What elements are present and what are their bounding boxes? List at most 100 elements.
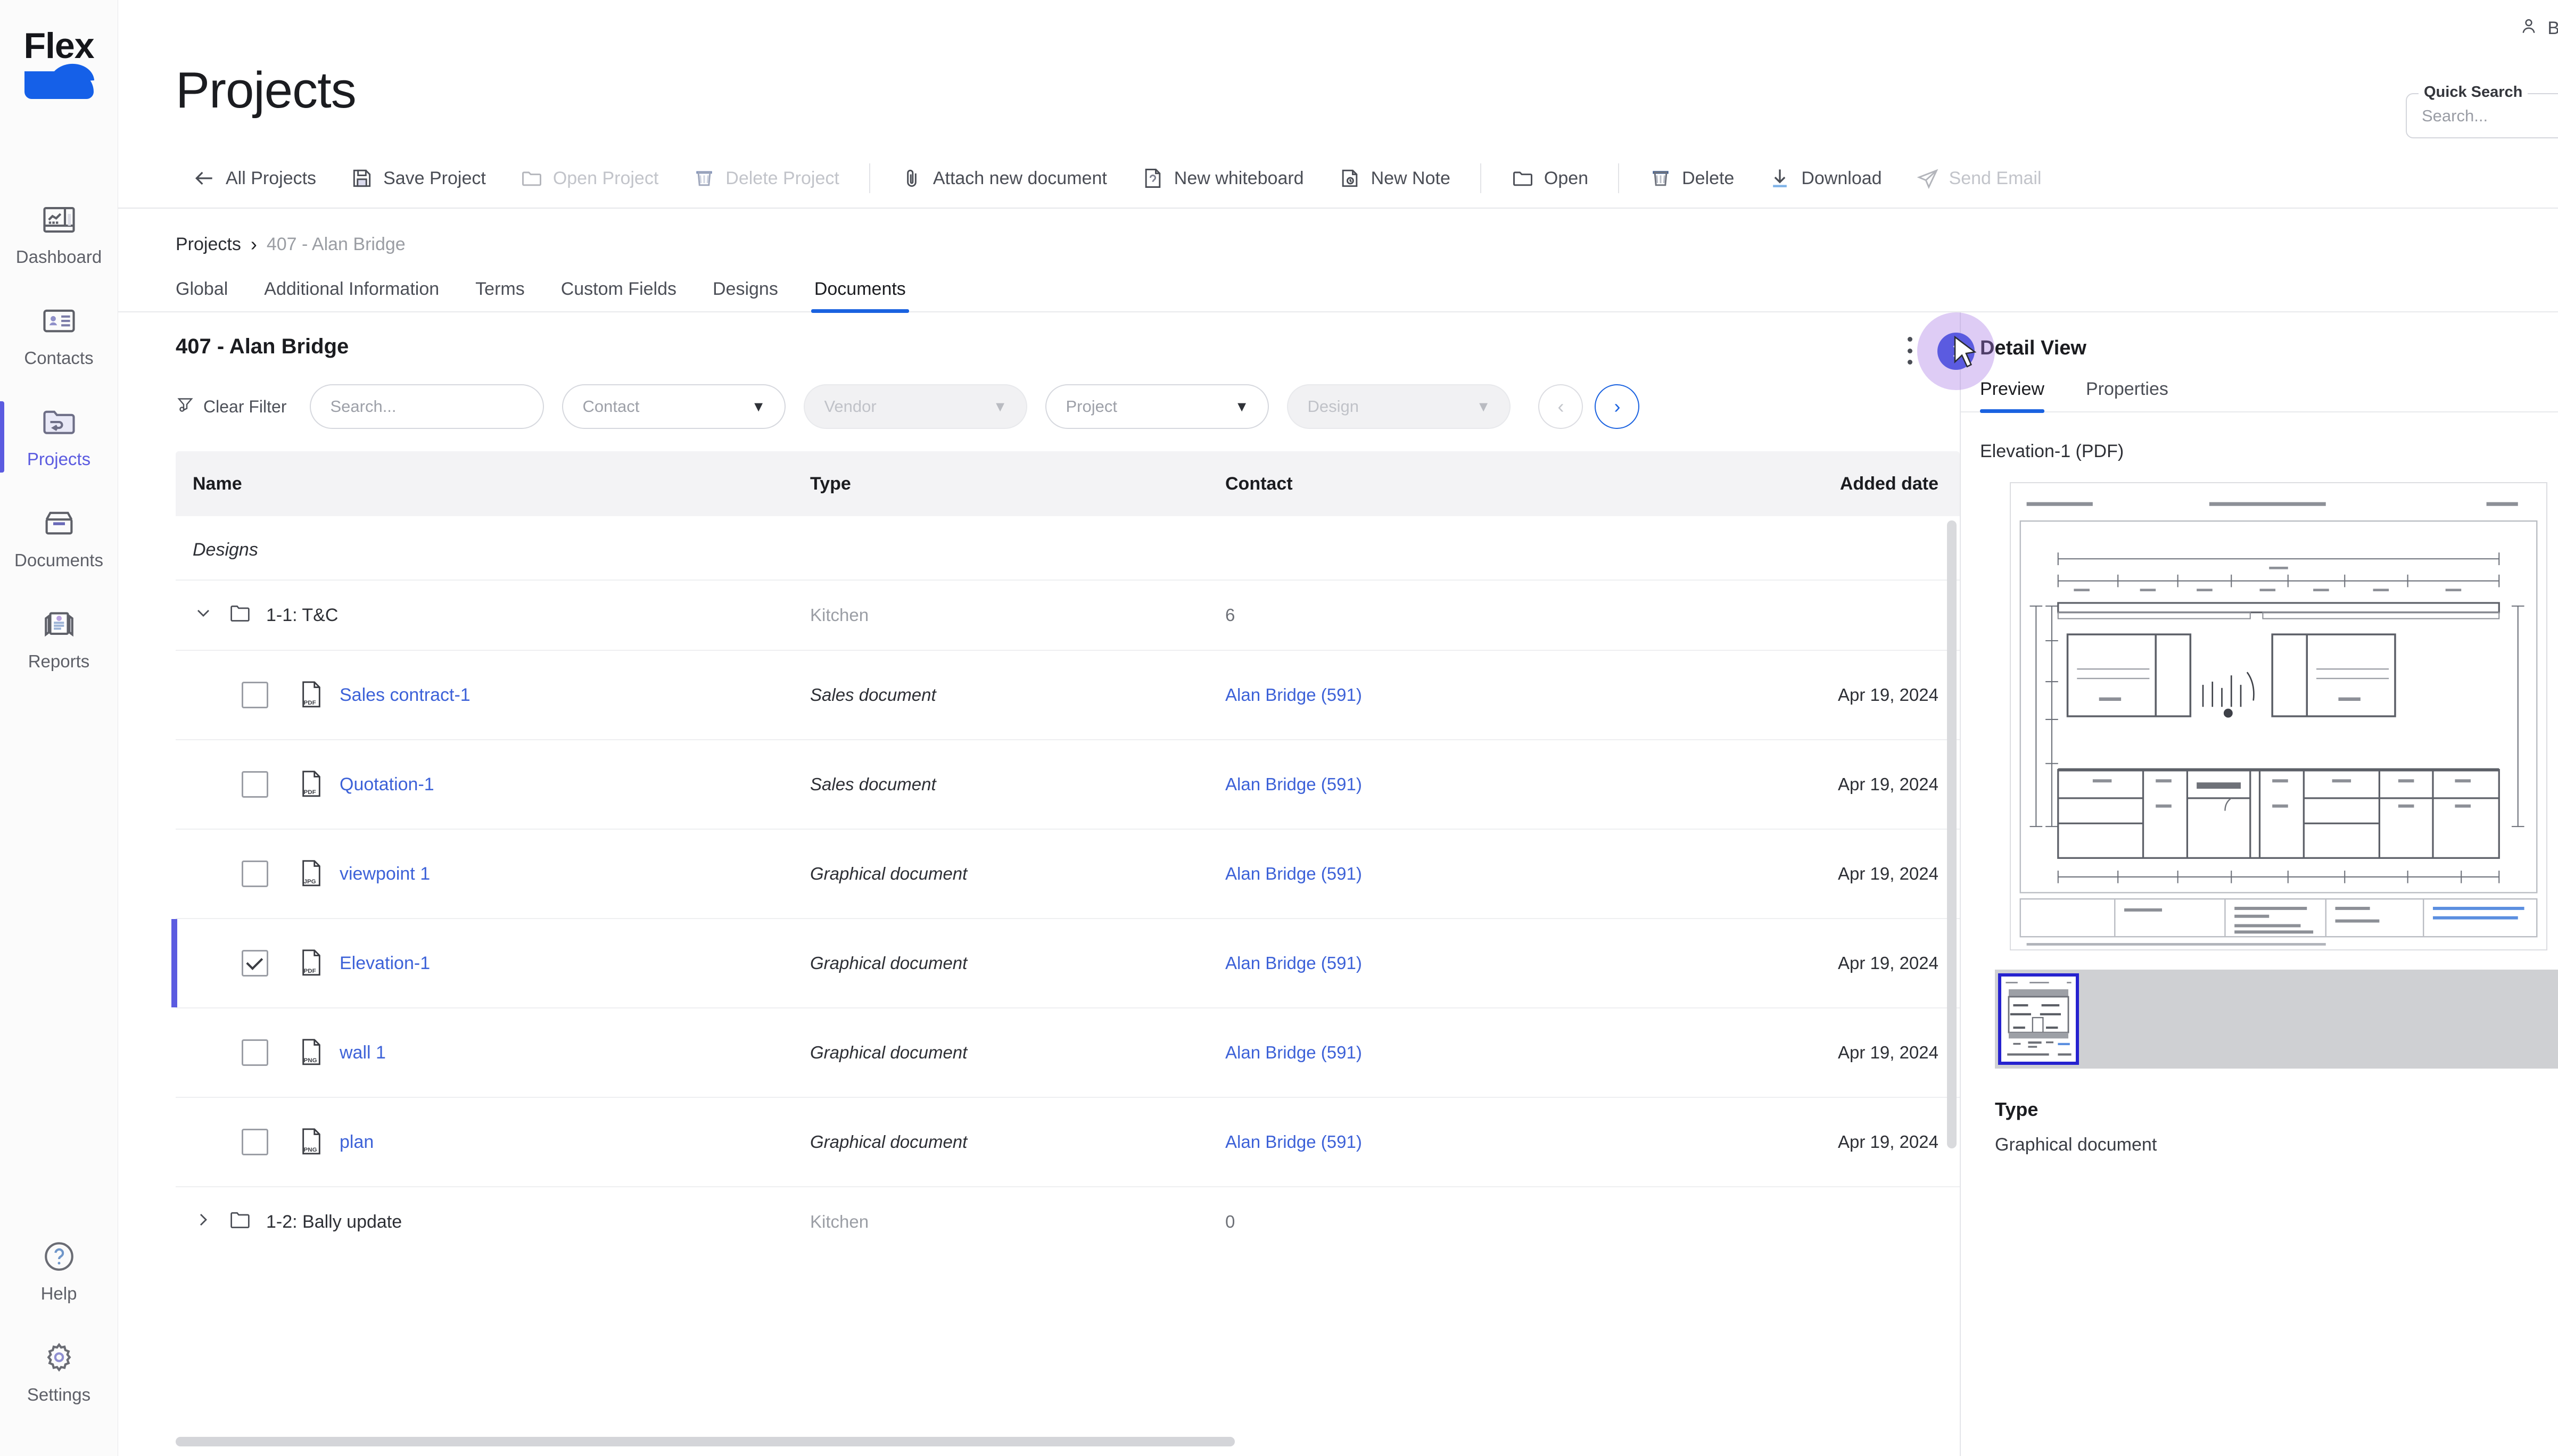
page-thumbnail-strip[interactable]	[1995, 970, 2558, 1069]
reports-icon	[42, 607, 77, 642]
row-checkbox[interactable]	[242, 771, 268, 798]
filter-bar: Clear Filter Search... Contact ▼ Vendor …	[118, 359, 1960, 429]
tab-preview[interactable]: Preview	[1980, 379, 2062, 411]
tab-designs[interactable]: Designs	[695, 279, 796, 311]
svg-text:JPG: JPG	[304, 879, 316, 885]
folder-row[interactable]: 1-1: T&C Kitchen 6	[176, 580, 1960, 650]
tab-properties[interactable]: Properties	[2086, 379, 2186, 411]
type-section: Type Graphical document	[1980, 1069, 2558, 1155]
sidebar-item-reports[interactable]: Reports	[0, 589, 118, 690]
sidebar-item-documents[interactable]: Documents	[0, 487, 118, 589]
breadcrumb-root[interactable]: Projects	[176, 234, 241, 255]
row-checkbox[interactable]	[242, 1129, 268, 1155]
quick-search-label: Quick Search	[2419, 84, 2528, 101]
project-filter-select[interactable]: Project ▼	[1045, 384, 1269, 429]
document-name-link[interactable]: Sales contract-1	[340, 685, 471, 706]
user-menu[interactable]: Baljeet Sandhu	[2519, 16, 2558, 41]
brand-logo[interactable]: Flex	[19, 28, 99, 99]
sidebar-item-contacts[interactable]: Contacts	[0, 285, 118, 386]
app-root: Flex Dashboard	[0, 0, 2558, 1456]
tab-custom-fields[interactable]: Custom Fields	[543, 279, 695, 311]
document-name-link[interactable]: wall 1	[340, 1043, 386, 1063]
document-name-link[interactable]: viewpoint 1	[340, 864, 430, 884]
row-checkbox[interactable]	[242, 950, 268, 977]
filter-next-button[interactable]: ›	[1595, 384, 1639, 429]
filter-pager: ‹ ›	[1538, 384, 1639, 429]
quick-search-input[interactable]: Quick Search Search...	[2406, 93, 2558, 138]
toolbar-save-project[interactable]: Save Project	[333, 167, 503, 190]
row-checkbox[interactable]	[242, 682, 268, 708]
dashboard-icon	[42, 202, 77, 237]
column-header-added-date[interactable]: Added date	[1640, 474, 1938, 494]
column-header-type[interactable]: Type	[810, 474, 1225, 494]
pdf-preview[interactable]	[2010, 482, 2547, 950]
table-row[interactable]: PNG wall 1 Graphical document Alan Bridg…	[176, 1007, 1960, 1097]
projects-folder-icon	[42, 404, 77, 440]
table-row[interactable]: PDF Sales contract-1 Sales document Alan…	[176, 650, 1960, 739]
pdf-file-icon: PDF	[299, 948, 324, 978]
toolbar-open[interactable]: Open	[1494, 167, 1605, 190]
png-file-icon: PNG	[299, 1127, 324, 1157]
tab-documents[interactable]: Documents	[796, 279, 924, 311]
document-contact-link[interactable]: Alan Bridge (591)	[1225, 953, 1362, 973]
tab-terms[interactable]: Terms	[457, 279, 543, 311]
search-input[interactable]: Search...	[310, 384, 544, 429]
document-contact-link[interactable]: Alan Bridge (591)	[1225, 774, 1362, 794]
toolbar-send-email: Send Email	[1899, 167, 2059, 190]
chevron-down-icon[interactable]	[193, 602, 214, 628]
row-checkbox[interactable]	[242, 1039, 268, 1066]
toolbar-label: Open Project	[553, 168, 658, 189]
svg-text:PDF: PDF	[304, 789, 316, 796]
contacts-icon	[42, 303, 77, 338]
table-row[interactable]: PDF Quotation-1 Sales document Alan Brid…	[176, 739, 1960, 829]
list-horizontal-scrollbar[interactable]	[176, 1437, 1235, 1446]
type-value: Graphical document	[1995, 1135, 2558, 1155]
document-contact-link[interactable]: Alan Bridge (591)	[1225, 864, 1362, 883]
toolbar-attach-new-document[interactable]: Attach new document	[883, 167, 1124, 190]
folder-type: Kitchen	[810, 605, 1225, 625]
sidebar-bottom-nav: Help Settings	[0, 1221, 118, 1456]
toolbar-download[interactable]: Download	[1751, 167, 1899, 190]
search-placeholder: Search...	[330, 397, 396, 416]
detail-view-title: Detail View	[1980, 337, 2086, 360]
sidebar-item-label: Documents	[14, 550, 103, 570]
pdf-drawing	[2011, 483, 2546, 949]
toolbar-label: Open	[1544, 168, 1588, 189]
toolbar-new-note[interactable]: New Note	[1321, 167, 1467, 190]
sidebar-item-projects[interactable]: Projects	[0, 386, 118, 487]
document-name-link[interactable]: Elevation-1	[340, 953, 430, 974]
table-row[interactable]: JPG viewpoint 1 Graphical document Alan …	[176, 829, 1960, 918]
document-name-link[interactable]: Quotation-1	[340, 774, 434, 795]
documents-tray-icon	[42, 506, 77, 541]
table-row[interactable]: PDF Elevation-1 Graphical document Alan …	[176, 918, 1960, 1007]
document-type: Sales document	[810, 774, 1225, 795]
sidebar-item-settings[interactable]: Settings	[0, 1322, 118, 1423]
tab-additional-information[interactable]: Additional Information	[246, 279, 457, 311]
column-header-name[interactable]: Name	[193, 474, 810, 494]
sidebar-item-help[interactable]: Help	[0, 1221, 118, 1322]
toolbar-delete[interactable]: Delete	[1632, 167, 1751, 190]
document-contact-link[interactable]: Alan Bridge (591)	[1225, 685, 1362, 705]
chevron-right-icon[interactable]	[193, 1209, 214, 1235]
contact-filter-placeholder: Contact	[582, 397, 639, 416]
document-contact-link[interactable]: Alan Bridge (591)	[1225, 1043, 1362, 1062]
sidebar-item-dashboard[interactable]: Dashboard	[0, 184, 118, 285]
list-title: 407 - Alan Bridge	[176, 335, 349, 359]
page-title: Projects	[176, 61, 356, 120]
column-header-contact[interactable]: Contact	[1225, 474, 1640, 494]
document-contact-link[interactable]: Alan Bridge (591)	[1225, 1132, 1362, 1152]
clear-filter-button[interactable]: Clear Filter	[176, 395, 286, 418]
table-header-row: Name Type Contact Added date	[176, 451, 1960, 516]
document-name-link[interactable]: plan	[340, 1132, 374, 1153]
folder-name: 1-2: Bally update	[266, 1212, 402, 1232]
list-vertical-scrollbar[interactable]	[1947, 520, 1957, 1148]
contact-filter-select[interactable]: Contact ▼	[562, 384, 786, 429]
page-thumbnail-1[interactable]	[1998, 973, 2079, 1065]
toolbar-new-whiteboard[interactable]: New whiteboard	[1124, 167, 1321, 190]
filter-prev-button[interactable]: ‹	[1538, 384, 1583, 429]
table-row[interactable]: PNG plan Graphical document Alan Bridge …	[176, 1097, 1960, 1186]
folder-row[interactable]: 1-2: Bally update Kitchen 0	[176, 1186, 1960, 1256]
toolbar-all-projects[interactable]: All Projects	[176, 167, 333, 190]
row-checkbox[interactable]	[242, 861, 268, 887]
tab-global[interactable]: Global	[176, 279, 246, 311]
